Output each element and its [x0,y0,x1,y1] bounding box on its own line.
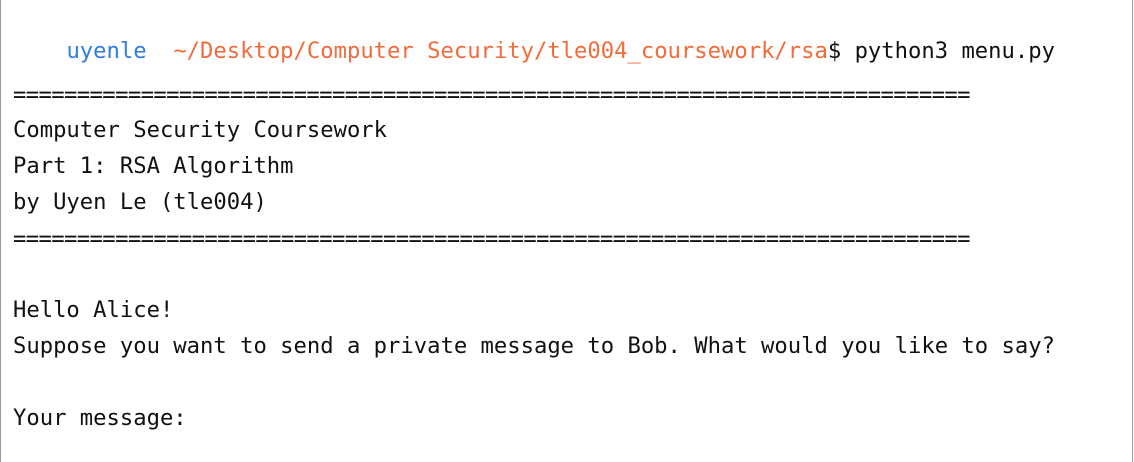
banner-author: by Uyen Le (tle004) [13,189,267,215]
banner-rule-bottom: ========================================… [13,226,970,252]
greeting-text: Hello Alice! [13,297,174,323]
shell-prompt-line: uyenle ~/Desktop/Computer Security/tle00… [13,6,1055,64]
banner-part: Part 1: RSA Algorithm [13,153,294,179]
prompt-symbol: $ [827,38,842,64]
message-input-prompt[interactable]: Your message: [13,403,187,433]
prompt-path: ~/Desktop/Computer Security/tle004_cours… [173,38,828,64]
terminal-window[interactable]: uyenle ~/Desktop/Computer Security/tle00… [0,0,1133,462]
banner-title: Computer Security Coursework [13,117,388,143]
prompt-command: python3 menu.py [841,38,1055,64]
banner-rule-top: ========================================… [13,82,970,108]
prompt-username: uyenle [66,38,147,64]
question-text: Suppose you want to send a private messa… [13,333,1055,359]
